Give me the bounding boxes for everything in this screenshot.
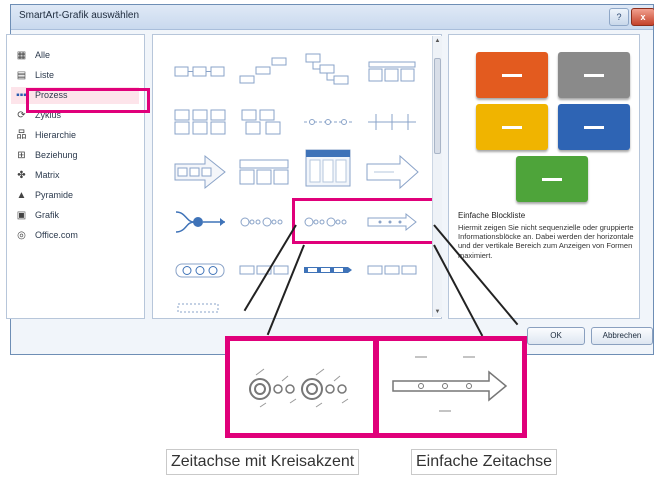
category-label: Beziehung — [35, 150, 78, 160]
ok-button[interactable]: OK — [527, 327, 585, 345]
title-bar: SmartArt-Grafik auswählen ? x — [11, 5, 654, 30]
layout-thumbnail[interactable] — [172, 250, 228, 290]
layout-thumbnail[interactable] — [300, 250, 356, 290]
preview-tile — [558, 52, 630, 98]
gallery-scrollbar[interactable]: ▲ ▼ — [432, 36, 442, 317]
layout-thumbnail[interactable] — [236, 52, 292, 92]
scroll-down-icon[interactable]: ▼ — [433, 309, 442, 315]
layout-thumbnail[interactable] — [300, 148, 356, 188]
category-item-beziehung[interactable]: ⊞ Beziehung — [11, 147, 139, 164]
layout-thumbnail[interactable] — [172, 102, 228, 142]
layout-thumbnail[interactable] — [364, 52, 420, 92]
category-item-alle[interactable]: ▦ Alle — [11, 47, 139, 64]
layout-thumbnail[interactable] — [364, 250, 420, 290]
picture-icon: ▣ — [16, 210, 27, 221]
preview-tile — [558, 104, 630, 150]
layout-thumbnail[interactable] — [364, 102, 420, 142]
layout-thumbnail[interactable] — [236, 202, 292, 242]
preview-tile — [476, 104, 548, 150]
layout-thumbnail[interactable] — [236, 250, 292, 290]
category-label: Pyramide — [35, 190, 74, 200]
zoom-source-highlight — [292, 198, 435, 244]
cancel-button[interactable]: Abbrechen — [591, 327, 653, 345]
category-item-matrix[interactable]: ✤ Matrix — [11, 167, 139, 184]
all-icon: ▦ — [16, 50, 27, 61]
category-label: Liste — [35, 70, 55, 80]
layout-thumbnail[interactable] — [300, 50, 356, 90]
layout-thumbnail[interactable] — [172, 52, 228, 92]
category-label: Hierarchie — [35, 130, 77, 140]
category-item-grafik[interactable]: ▣ Grafik — [11, 207, 139, 224]
layout-thumbnail[interactable] — [172, 296, 228, 316]
relationship-icon: ⊞ — [17, 150, 26, 161]
scroll-up-icon[interactable]: ▲ — [433, 38, 442, 44]
einfache-zeitachse-label: Einfache Zeitachse — [411, 449, 558, 475]
category-item-pyramide[interactable]: ▲ Pyramide — [11, 187, 139, 204]
zoom-box-kreisakzent — [225, 336, 378, 438]
category-label: Grafik — [35, 210, 60, 220]
matrix-icon: ✤ — [17, 170, 26, 181]
layout-thumbnail[interactable] — [172, 152, 228, 192]
layout-thumbnail[interactable] — [236, 152, 292, 192]
layout-thumbnail[interactable] — [300, 102, 356, 142]
category-label: Alle — [35, 50, 51, 60]
preview-tile — [516, 156, 588, 202]
dialog-title: SmartArt-Grafik auswählen — [19, 10, 140, 21]
category-list: ▦ Alle ▤ Liste ▪▪▪ Prozess ⟳ Zyklus 品 Hi… — [6, 34, 145, 319]
layout-thumbnail[interactable] — [364, 152, 420, 192]
category-item-liste[interactable]: ▤ Liste — [11, 67, 139, 84]
category-item-hierarchie[interactable]: 品 Hierarchie — [11, 127, 139, 144]
office-com-icon: ◎ — [17, 230, 26, 241]
timeline-circle-accent-graphic — [249, 368, 349, 408]
close-button[interactable]: x — [631, 8, 654, 26]
scroll-thumb[interactable] — [434, 58, 441, 154]
list-icon: ▤ — [16, 70, 27, 81]
preview-title: Einfache Blockliste — [458, 211, 526, 220]
help-button[interactable]: ? — [609, 8, 629, 26]
pyramid-icon: ▲ — [16, 190, 27, 201]
preview-description: Hiermit zeigen Sie nicht sequenzielle od… — [458, 223, 634, 260]
hierarchy-icon: 品 — [16, 130, 27, 141]
simple-timeline-graphic — [392, 356, 508, 412]
category-item-office-com[interactable]: ◎ Office.com — [11, 227, 139, 244]
category-label: Office.com — [35, 230, 78, 240]
kreisakzent-label: Zeitachse mit Kreisakzent — [166, 449, 360, 475]
zoom-box-einfache-zeitachse — [374, 336, 527, 438]
preview-tile — [476, 52, 548, 98]
layout-thumbnail[interactable] — [236, 102, 292, 142]
prozess-highlight — [26, 88, 150, 113]
layout-thumbnail[interactable] — [172, 202, 228, 242]
category-label: Matrix — [35, 170, 60, 180]
